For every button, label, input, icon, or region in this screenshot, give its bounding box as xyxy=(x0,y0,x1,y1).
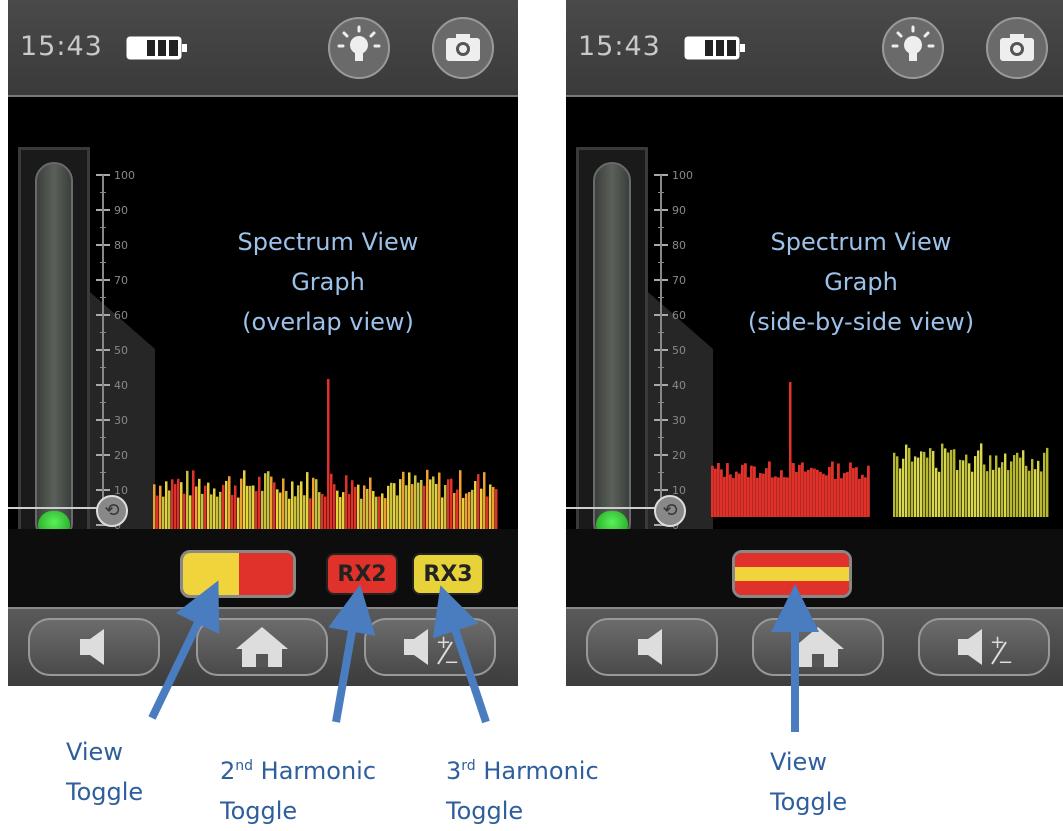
annotation-second-harmonic: 2nd Harmonic Toggle xyxy=(220,746,376,831)
annotation-rest: Harmonic xyxy=(475,757,599,785)
annotation-arrows xyxy=(148,580,819,732)
annotation-sup: nd xyxy=(235,758,254,774)
annotation-num: 3 xyxy=(446,757,462,785)
arrow-second-harmonic xyxy=(328,584,376,723)
arrow-third-harmonic xyxy=(432,585,490,724)
annotation-line2: Toggle xyxy=(66,778,144,806)
annotation-rest: Harmonic xyxy=(253,757,377,785)
annotation-line1: 2nd Harmonic xyxy=(220,746,376,791)
annotation-line2: Toggle xyxy=(220,797,298,825)
annotation-line1: View xyxy=(66,738,123,766)
annotation-sup: rd xyxy=(461,758,476,774)
annotation-num: 2 xyxy=(220,757,236,785)
annotation-line2: Toggle xyxy=(446,797,524,825)
annotation-view-toggle-right: View Toggle xyxy=(770,742,847,822)
arrow-view-toggle-left xyxy=(148,580,220,720)
annotation-line2: Toggle xyxy=(770,788,848,816)
annotation-line1: 3rd Harmonic xyxy=(446,746,599,791)
annotation-third-harmonic: 3rd Harmonic Toggle xyxy=(446,746,599,831)
annotation-line1: View xyxy=(770,748,827,776)
annotation-view-toggle-left: View Toggle xyxy=(66,732,143,812)
